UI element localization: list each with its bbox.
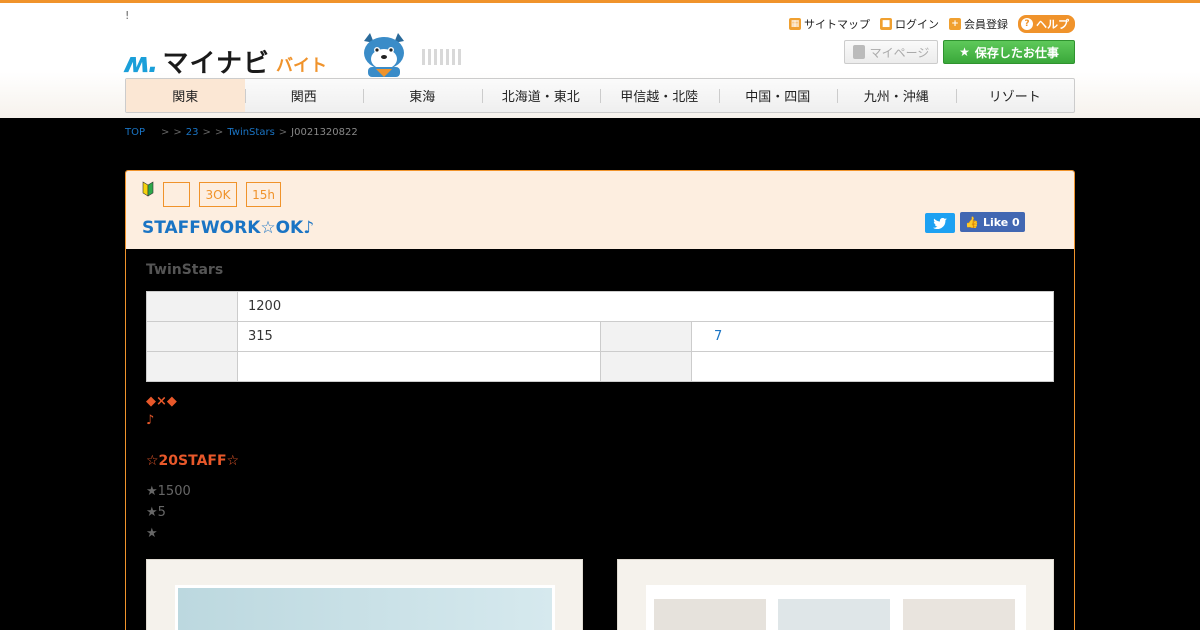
nav-kyushu-okinawa[interactable]: 九州・沖縄	[837, 79, 956, 112]
job-tag-1	[163, 182, 190, 207]
thumbs-up-icon: 👍	[965, 215, 979, 229]
header-notice: !	[125, 9, 130, 22]
job-title: STAFFWORK☆OK♪	[142, 218, 315, 238]
job-info-table: 1200 315 7	[146, 291, 1054, 382]
table-cell-value: 315	[237, 321, 601, 352]
question-icon: ?	[1021, 18, 1033, 30]
facebook-like-button[interactable]: 👍 Like 0	[960, 212, 1025, 232]
table-header-cell	[146, 321, 238, 352]
breadcrumb-separator: >	[278, 127, 288, 138]
lead-text-2: ♪	[146, 413, 155, 428]
job-photo-1	[146, 559, 583, 630]
job-tag-2: 3OK	[199, 182, 237, 207]
table-header-cell	[600, 321, 692, 352]
register-link[interactable]: + 会員登録	[949, 16, 1008, 32]
table-row	[146, 351, 1054, 382]
sitemap-icon: ▦	[789, 18, 801, 30]
photo-image	[175, 585, 555, 630]
lead-text-1: ◆×◆	[146, 394, 177, 409]
point-item: ★1500	[146, 484, 191, 499]
dog-mascot-icon	[364, 33, 404, 77]
mypage-button[interactable]: マイページ	[844, 40, 938, 64]
breadcrumb-top[interactable]: TOP	[125, 127, 145, 138]
nav-hokkaido-tohoku[interactable]: 北海道・東北	[481, 79, 601, 112]
company-name: TwinStars	[146, 262, 224, 278]
user-icon	[852, 45, 865, 59]
mynavi-baito-logo[interactable]: ʍ. マイナビ バイト	[124, 37, 327, 79]
nav-resort[interactable]: リゾート	[955, 79, 1075, 112]
nav-chugoku-shikoku[interactable]: 中国・四国	[718, 79, 838, 112]
table-header-cell	[600, 351, 692, 382]
logo-mynavi-text: マイナビ	[162, 49, 270, 79]
table-row: 1200	[146, 291, 1054, 322]
help-button[interactable]: ? ヘルプ	[1018, 15, 1075, 33]
photo-image	[903, 599, 1015, 630]
login-link[interactable]: ■ ログイン	[880, 16, 939, 32]
decorative-stripes	[422, 49, 462, 65]
breadcrumb: TOP > > 23 > > TwinStars > J0021320822	[125, 127, 358, 138]
nav-tokai[interactable]: 東海	[363, 79, 482, 112]
table-cell-value	[691, 351, 1054, 382]
lead-heading: ☆20STAFF☆	[146, 453, 240, 469]
beginner-mark-icon	[142, 181, 154, 197]
mypage-label: マイページ	[869, 45, 930, 60]
register-icon: +	[949, 18, 961, 30]
breadcrumb-separator: >	[214, 127, 224, 138]
nav-kanto[interactable]: 関東	[126, 79, 245, 112]
nav-kansai[interactable]: 関西	[244, 79, 364, 112]
help-label: ヘルプ	[1036, 18, 1069, 31]
table-row: 315 7	[146, 321, 1054, 352]
breadcrumb-separator: >	[173, 127, 182, 138]
register-label: 会員登録	[964, 18, 1008, 31]
saved-jobs-label: 保存したお仕事	[974, 45, 1059, 60]
saved-jobs-button[interactable]: ★ 保存したお仕事	[943, 40, 1075, 64]
job-photo-2	[617, 559, 1054, 630]
table-header-cell	[146, 351, 238, 382]
point-item: ★	[146, 526, 158, 541]
like-label: Like 0	[982, 215, 1020, 229]
twitter-bird-icon	[933, 217, 947, 229]
job-tag-3: 15h	[246, 182, 281, 207]
table-cell-value	[237, 351, 601, 382]
nav-koshinetsu-hokuriku[interactable]: 甲信越・北陸	[600, 79, 719, 112]
twitter-share-button[interactable]	[925, 213, 955, 233]
sitemap-label: サイトマップ	[804, 18, 870, 31]
lock-icon: ■	[880, 18, 892, 30]
logo-mark: ʍ.	[124, 46, 158, 79]
utility-links: ▦ サイトマップ ■ ログイン + 会員登録 ? ヘルプ	[789, 15, 1075, 33]
breadcrumb-company[interactable]: TwinStars	[227, 127, 274, 138]
breadcrumb-separator: >	[202, 127, 211, 138]
sitemap-link[interactable]: ▦ サイトマップ	[789, 16, 870, 32]
table-header-cell	[146, 291, 238, 322]
star-icon: ★	[959, 45, 970, 59]
breadcrumb-separator: >	[161, 127, 170, 138]
table-cell-link[interactable]: 7	[691, 321, 1054, 352]
job-card: 3OK 15h STAFFWORK☆OK♪ 👍 Like 0 TwinStars…	[125, 170, 1075, 630]
site-header: ! ʍ. マイナビ バイト ▦ サイトマップ ■ ログイン + 会員登録 ? ヘ…	[0, 0, 1200, 118]
point-item: ★5	[146, 505, 166, 520]
photo-image	[654, 599, 766, 630]
photo-frame	[646, 585, 1026, 630]
table-cell-wage: 1200	[237, 291, 1054, 322]
breadcrumb-job-id: J0021320822	[291, 127, 358, 138]
region-nav: 関東 関西 東海 北海道・東北 甲信越・北陸 中国・四国 九州・沖縄 リゾート	[125, 78, 1075, 113]
login-label: ログイン	[895, 18, 939, 31]
job-card-header: 3OK 15h STAFFWORK☆OK♪ 👍 Like 0	[126, 171, 1074, 249]
breadcrumb-area[interactable]: 23	[186, 127, 199, 138]
photo-image	[778, 599, 890, 630]
logo-baito-text: バイト	[276, 56, 327, 76]
